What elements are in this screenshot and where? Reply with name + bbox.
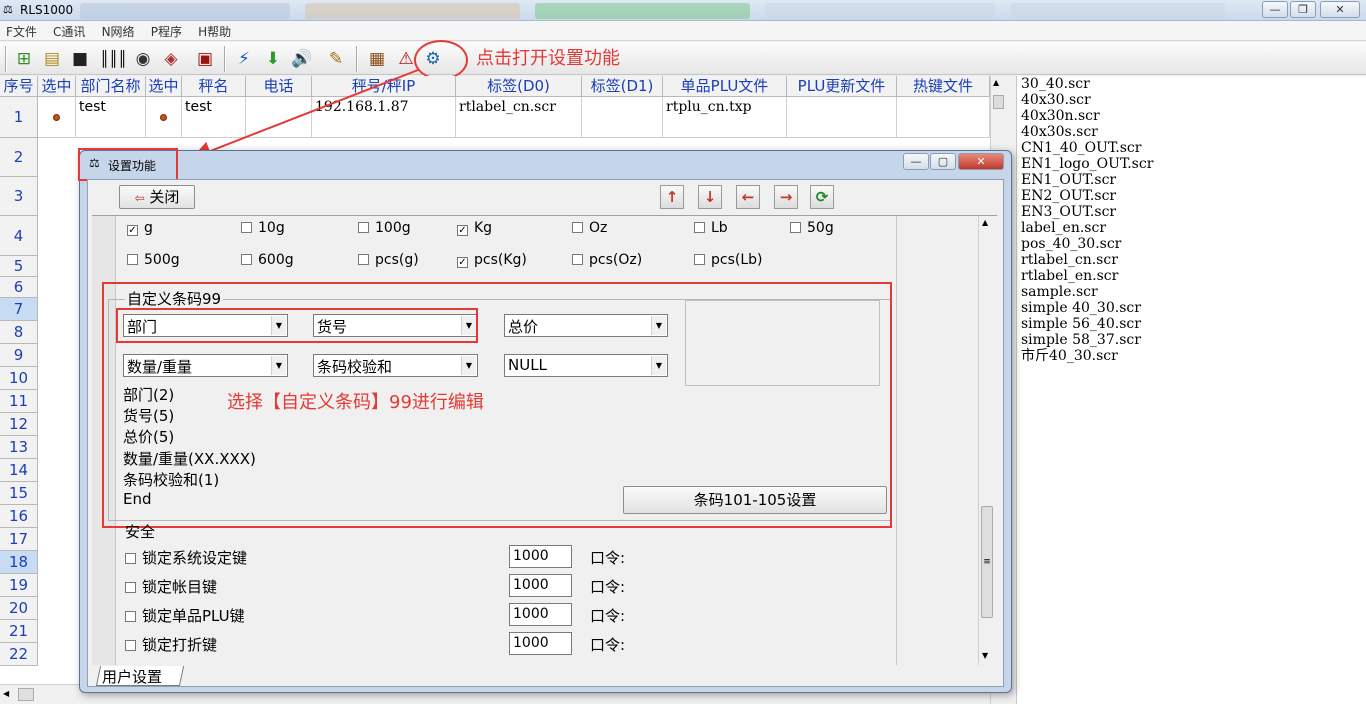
settings-panel: ✓ g 10g 100g ✓ Kg Oz Lb 50g 500g 600g pcs(g) ✓ pcs(K… bbox=[92, 215, 997, 665]
unit-label: 500g bbox=[144, 252, 180, 268]
unit-label: pcs(g) bbox=[375, 252, 419, 268]
password-label: 口令: bbox=[590, 578, 626, 596]
unit-checkbox[interactable]: 600g bbox=[241, 252, 294, 268]
checkbox-unchecked-icon bbox=[572, 254, 583, 265]
scrollbar-thumb[interactable]: ≡ bbox=[981, 506, 993, 618]
dialog-close-button[interactable]: ✕ bbox=[958, 153, 1004, 170]
checkbox-unchecked-icon bbox=[790, 222, 801, 233]
checkbox-checked-icon: ✓ bbox=[457, 257, 468, 268]
unit-label: Kg bbox=[474, 220, 493, 236]
unit-checkbox[interactable]: pcs(g) bbox=[358, 252, 419, 268]
panel-divider bbox=[896, 216, 897, 665]
unit-label: 100g bbox=[375, 220, 411, 236]
dialog-minimize-button[interactable]: — bbox=[903, 153, 929, 170]
unit-checkbox[interactable]: ✓ Kg bbox=[457, 220, 492, 236]
security-checkbox[interactable]: 锁定系统设定键 bbox=[125, 547, 247, 568]
unit-checkbox[interactable]: ✓ g bbox=[127, 220, 153, 236]
unit-checkbox[interactable]: Lb bbox=[694, 220, 728, 236]
unit-label: pcs(Kg) bbox=[474, 252, 527, 268]
password-label: 口令: bbox=[590, 607, 626, 625]
checkbox-unchecked-icon bbox=[241, 222, 252, 233]
scroll-up-icon[interactable]: ▲ bbox=[982, 218, 988, 227]
checkbox-unchecked-icon bbox=[358, 222, 369, 233]
checkbox-unchecked-icon bbox=[125, 640, 136, 651]
checkbox-unchecked-icon bbox=[125, 611, 136, 622]
annotation-title-box bbox=[78, 148, 178, 181]
refresh-button[interactable]: ⟳ bbox=[810, 185, 834, 209]
move-up-button[interactable]: ↑ bbox=[660, 185, 684, 209]
move-left-button[interactable]: ← bbox=[736, 185, 760, 209]
password-label: 口令: bbox=[590, 549, 626, 567]
unit-checkbox[interactable]: Oz bbox=[572, 220, 607, 236]
checkbox-unchecked-icon bbox=[125, 582, 136, 593]
checkbox-checked-icon: ✓ bbox=[127, 225, 138, 236]
checkbox-checked-icon: ✓ bbox=[457, 225, 468, 236]
unit-label: Lb bbox=[711, 220, 728, 236]
unit-label: 600g bbox=[258, 252, 294, 268]
panel-scrollbar[interactable]: ▲ ≡ ▼ bbox=[978, 216, 995, 665]
exit-icon: ⇦ bbox=[134, 191, 145, 205]
password-field[interactable]: 1000 bbox=[509, 574, 572, 597]
unit-label: 50g bbox=[807, 220, 834, 236]
password-field[interactable]: 1000 bbox=[509, 603, 572, 626]
security-label: 锁定系统设定键 bbox=[142, 549, 248, 567]
unit-label: pcs(Oz) bbox=[589, 252, 643, 268]
close-dialog-label: 关闭 bbox=[149, 188, 180, 206]
security-checkbox[interactable]: 锁定打折键 bbox=[125, 634, 217, 655]
arrow-up-icon: ↑ bbox=[665, 188, 679, 206]
security-label: 锁定单品PLU键 bbox=[142, 607, 245, 625]
refresh-icon: ⟳ bbox=[815, 188, 829, 206]
arrow-down-icon: ↓ bbox=[703, 188, 717, 206]
unit-label: 10g bbox=[258, 220, 285, 236]
settings-dialog: ⚖ 设置功能 — ▢ ✕ ⇦ 关闭 ↑ ↓ ← → ⟳ ✓ g 10g 100g ✓ Kg… bbox=[78, 148, 1012, 693]
unit-checkbox[interactable]: 10g bbox=[241, 220, 285, 236]
security-label: 锁定帐目键 bbox=[142, 578, 218, 596]
unit-checkbox[interactable]: pcs(Lb) bbox=[694, 252, 763, 268]
password-field[interactable]: 1000 bbox=[509, 632, 572, 655]
arrow-left-icon: ← bbox=[741, 188, 755, 206]
password-label: 口令: bbox=[590, 636, 626, 654]
unit-label: Oz bbox=[589, 220, 608, 236]
annotation-barcode-box bbox=[102, 282, 892, 528]
password-field[interactable]: 1000 bbox=[509, 545, 572, 568]
unit-label: g bbox=[144, 220, 153, 236]
move-right-button[interactable]: → bbox=[774, 185, 798, 209]
unit-checkbox[interactable]: 500g bbox=[127, 252, 180, 268]
move-down-button[interactable]: ↓ bbox=[698, 185, 722, 209]
security-title: 安全 bbox=[125, 523, 156, 541]
checkbox-unchecked-icon bbox=[125, 553, 136, 564]
unit-checkbox[interactable]: ✓ pcs(Kg) bbox=[457, 252, 527, 268]
security-checkbox[interactable]: 锁定单品PLU键 bbox=[125, 605, 245, 626]
security-label: 锁定打折键 bbox=[142, 636, 218, 654]
close-dialog-button[interactable]: ⇦ 关闭 bbox=[119, 185, 195, 209]
checkbox-unchecked-icon bbox=[127, 254, 138, 265]
checkbox-unchecked-icon bbox=[694, 222, 705, 233]
checkbox-unchecked-icon bbox=[572, 222, 583, 233]
tab-user-settings-label: 用户设置 bbox=[102, 668, 163, 686]
unit-label: pcs(Lb) bbox=[711, 252, 763, 268]
unit-checkbox[interactable]: pcs(Oz) bbox=[572, 252, 642, 268]
security-checkbox[interactable]: 锁定帐目键 bbox=[125, 576, 217, 597]
arrow-right-icon: → bbox=[779, 188, 793, 206]
unit-checkbox[interactable]: 100g bbox=[358, 220, 411, 236]
checkbox-unchecked-icon bbox=[358, 254, 369, 265]
unit-checkbox[interactable]: 50g bbox=[790, 220, 834, 236]
checkbox-unchecked-icon bbox=[241, 254, 252, 265]
dialog-content: ⇦ 关闭 ↑ ↓ ← → ⟳ ✓ g 10g 100g ✓ Kg Oz Lb 50g 500g 6… bbox=[87, 179, 1004, 687]
checkbox-unchecked-icon bbox=[694, 254, 705, 265]
scroll-down-icon[interactable]: ▼ bbox=[982, 651, 988, 660]
dialog-restore-button[interactable]: ▢ bbox=[930, 153, 956, 170]
